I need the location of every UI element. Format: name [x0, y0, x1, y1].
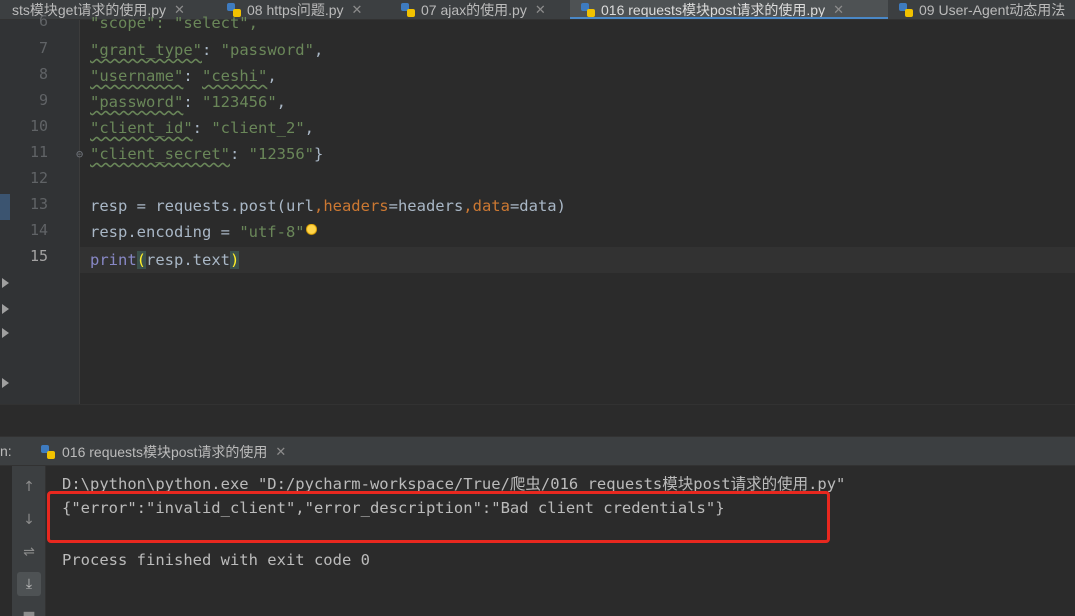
- python-file-icon: [401, 3, 415, 17]
- code-line-7: "grant_type": "password",: [90, 41, 324, 59]
- line-number: 11: [29, 143, 48, 161]
- code-line-14: resp.encoding = "utf-8": [90, 219, 317, 245]
- kwarg-name: headers: [323, 197, 389, 215]
- dict-value: "client_2": [211, 119, 305, 137]
- arrow-down-icon[interactable]: ↓: [17, 508, 41, 532]
- expand-arrow-icon[interactable]: [2, 328, 9, 338]
- red-annotation-box: [47, 491, 830, 543]
- code-line-6: "scope": "select",: [90, 10, 258, 36]
- string-literal: "utf-8": [239, 223, 305, 241]
- dict-value: "password": [220, 41, 314, 59]
- dict-value: "123456": [202, 93, 277, 111]
- line-number: 15: [29, 247, 48, 265]
- tab-ajax[interactable]: 07 ajax的使用.py ✕: [396, 0, 566, 19]
- dict-value: "12356": [248, 145, 314, 163]
- python-file-icon: [899, 3, 913, 17]
- line-number: 6: [38, 12, 48, 30]
- fold-icon[interactable]: ⊖: [76, 147, 83, 161]
- project-panel-marker[interactable]: [0, 194, 10, 220]
- expand-arrow-icon[interactable]: [2, 278, 9, 288]
- dict-key: "grant_type": [90, 41, 202, 59]
- lightbulb-icon[interactable]: [305, 224, 317, 238]
- tab-label: 016 requests模块post请求的使用.py: [601, 2, 826, 18]
- panel-divider[interactable]: [0, 404, 1075, 436]
- close-icon[interactable]: ✕: [352, 2, 363, 18]
- code-line-10: "client_id": "client_2",: [90, 119, 314, 137]
- tab-user-agent[interactable]: 09 User-Agent动态用法: [894, 0, 1075, 19]
- builtin-function: print: [90, 251, 137, 269]
- python-file-icon: [41, 445, 55, 459]
- arrow-up-icon[interactable]: ↑: [17, 475, 41, 499]
- run-console[interactable]: ↑ ↓ ⇌ ⤓ ▬ D:\python\python.exe "D:/pycha…: [0, 466, 1075, 616]
- scroll-to-end-icon[interactable]: ⤓: [17, 572, 41, 596]
- line-number: 10: [29, 117, 48, 135]
- code-line-13: resp = requests.post(url,headers=headers…: [90, 197, 566, 215]
- code-line-11: "client_secret": "12356"}: [90, 145, 324, 163]
- python-file-icon: [581, 3, 595, 17]
- dict-key: "client_secret": [90, 145, 230, 163]
- code-text: resp.encoding =: [90, 223, 240, 241]
- line6-text: "scope": "select",: [90, 14, 258, 32]
- code-line-15: print(resp.text): [90, 251, 240, 269]
- console-exit-status: Process finished with exit code 0: [62, 551, 370, 569]
- tab-requests-post[interactable]: 016 requests模块post请求的使用.py ✕: [570, 0, 888, 19]
- line-number: 9: [38, 91, 48, 109]
- tab-label: 07 ajax的使用.py: [421, 2, 527, 18]
- dict-key: "client_id": [90, 119, 193, 137]
- print-icon[interactable]: ▬: [17, 602, 41, 616]
- code-text: resp = requests.post(url: [90, 197, 314, 215]
- run-tool-window-header: n: 016 requests模块post请求的使用 ✕: [0, 436, 1075, 466]
- code-line-9: "password": "123456",: [90, 93, 286, 111]
- code-text: =data): [509, 197, 566, 215]
- dict-value: "ceshi": [202, 67, 268, 85]
- run-label: n:: [0, 443, 12, 459]
- code-text: =headers: [388, 197, 464, 215]
- line-number: 13: [29, 195, 48, 213]
- expand-arrow-icon[interactable]: [2, 378, 9, 388]
- close-icon[interactable]: ✕: [275, 444, 286, 460]
- code-text: resp.text: [146, 251, 231, 269]
- expand-arrow-icon[interactable]: [2, 304, 9, 314]
- console-toolbar: ↑ ↓ ⇌ ⤓ ▬: [12, 466, 46, 616]
- line-number: 14: [29, 221, 48, 239]
- tab-label: 08 https问题.py: [247, 2, 344, 18]
- code-line-8: "username": "ceshi",: [90, 67, 277, 85]
- tab-label: 09 User-Agent动态用法: [919, 2, 1066, 18]
- line-number: 7: [38, 39, 48, 57]
- dict-key: "username": [90, 67, 184, 85]
- line-number: 8: [38, 65, 48, 83]
- code-editor[interactable]: 6 7 8 9 10 11 12 13 14 15 ⊖ "scope": "se…: [0, 12, 1075, 404]
- soft-wrap-icon[interactable]: ⇌: [17, 540, 41, 564]
- kwarg-name: data: [472, 197, 510, 215]
- line-number: 12: [29, 169, 48, 187]
- close-icon[interactable]: ✕: [535, 2, 546, 18]
- left-tool-strip: [0, 20, 12, 404]
- line-number-gutter: 6 7 8 9 10 11 12 13 14 15: [12, 12, 80, 404]
- dict-key: "password": [90, 93, 184, 111]
- close-icon[interactable]: ✕: [833, 2, 844, 18]
- run-tab[interactable]: 016 requests模块post请求的使用 ✕: [40, 437, 286, 467]
- run-tab-label: 016 requests模块post请求的使用: [62, 444, 268, 460]
